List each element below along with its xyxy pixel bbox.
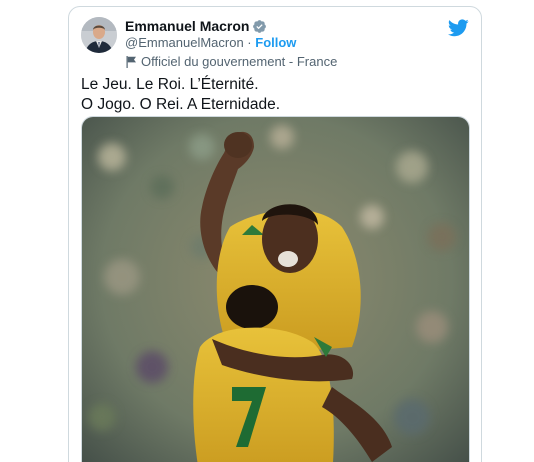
avatar[interactable] <box>81 17 117 53</box>
separator: · <box>243 35 256 50</box>
tweet-photo[interactable] <box>81 116 470 462</box>
tweet-text: Le Jeu. Le Roi. L’Éternité. O Jogo. O Re… <box>81 75 469 115</box>
follow-button[interactable]: Follow <box>255 35 296 50</box>
handle-row: @EmmanuelMacron · Follow <box>125 34 429 51</box>
tweet-card[interactable]: Emmanuel Macron @EmmanuelMacron · Follow… <box>68 6 482 462</box>
tweet-line-1: Le Jeu. Le Roi. L’Éternité. <box>81 76 259 93</box>
handle[interactable]: @EmmanuelMacron <box>125 35 244 50</box>
account-label: Officiel du gouvernement - France <box>141 54 338 69</box>
tweet-header: Emmanuel Macron @EmmanuelMacron · Follow… <box>81 17 469 70</box>
government-label: Officiel du gouvernement - France <box>125 53 429 70</box>
twitter-bird-icon[interactable] <box>448 19 469 37</box>
tweet-line-2: O Jogo. O Rei. A Eternidade. <box>81 96 281 113</box>
verified-badge-icon <box>253 19 267 33</box>
flag-icon <box>126 55 136 68</box>
author-block: Emmanuel Macron @EmmanuelMacron · Follow… <box>125 17 429 70</box>
display-name[interactable]: Emmanuel Macron <box>125 18 249 34</box>
